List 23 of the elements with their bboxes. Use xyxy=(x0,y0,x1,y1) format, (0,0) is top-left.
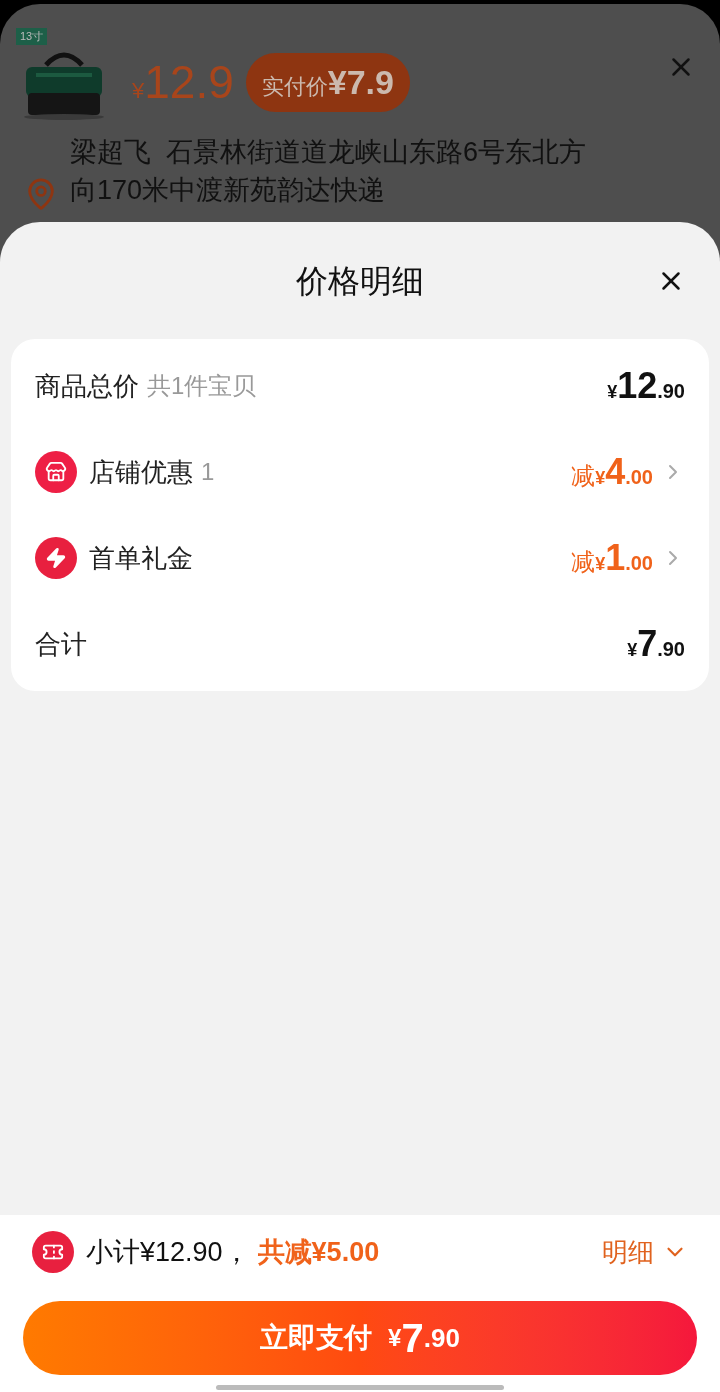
lightning-icon xyxy=(35,537,77,579)
product-tag: 13寸 xyxy=(16,28,48,45)
address-line: 梁超飞 石景林街道道龙峡山东路6号东北方 xyxy=(70,135,587,169)
sheet-title: 价格明细 xyxy=(296,261,424,301)
subtotal: 小计¥12.90， xyxy=(86,1235,250,1269)
shop-icon xyxy=(35,451,77,493)
actual-price-pill: 实付价¥7.9 xyxy=(245,53,410,112)
pay-button[interactable]: 立即支付 ¥7.90 xyxy=(23,1301,697,1375)
amount: 减¥4.00 xyxy=(571,450,653,494)
row-label: 合计 xyxy=(35,627,87,661)
amount: ¥7.90 xyxy=(627,622,685,666)
address-line: 向170米中渡新苑韵达快递 xyxy=(70,173,387,207)
amount: ¥12.90 xyxy=(607,364,685,408)
row-label: 首单礼金 xyxy=(89,541,193,575)
row-label: 店铺优惠 xyxy=(89,455,193,489)
row-note: 共1件宝贝 xyxy=(147,371,257,401)
row-label: 商品总价 xyxy=(35,369,139,403)
ticket-icon xyxy=(32,1231,74,1273)
price: ¥12.9 xyxy=(132,55,234,110)
discount-total: 共减¥5.00 xyxy=(257,1235,380,1269)
row-note: 1 xyxy=(201,457,215,487)
details-toggle[interactable]: 明细 xyxy=(602,1232,688,1272)
amount: 减¥1.00 xyxy=(571,536,653,580)
